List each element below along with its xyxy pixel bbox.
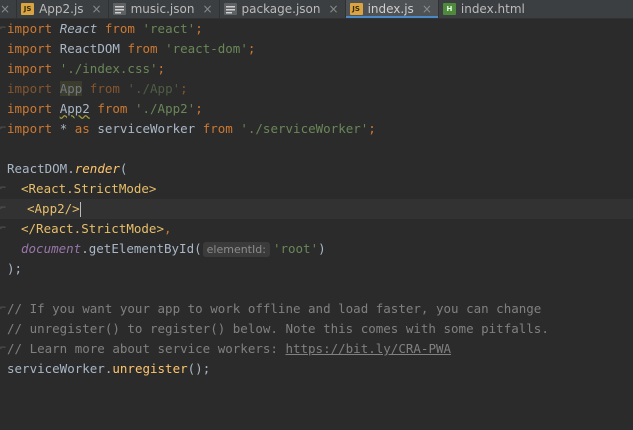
code-line-11: ⌐ </React.StrictMode>, <box>0 219 633 239</box>
js-file-icon: JS <box>349 3 363 15</box>
tab-index-html[interactable]: H index.html <box>439 0 531 18</box>
tab-app2-js[interactable]: JS App2.js × <box>17 0 109 18</box>
close-icon[interactable]: × <box>0 2 10 16</box>
tab-index-js[interactable]: JS index.js × <box>345 0 439 18</box>
html-file-icon: H <box>442 3 456 15</box>
tab-label: package.json <box>241 2 321 16</box>
js-file-icon: JS <box>21 3 35 15</box>
code-line-16: // unregister() to register() below. Not… <box>7 321 549 336</box>
code-line-1: ⌐ import React from 'react'; <box>0 19 633 39</box>
text-cursor <box>79 202 81 217</box>
code-line-8: ReactDOM.render( <box>7 161 128 176</box>
tab-label: music.json <box>130 2 195 16</box>
fold-marker-icon: ⌐ <box>0 183 7 194</box>
code-line-6: ⌐ import * as serviceWorker from './serv… <box>0 119 633 139</box>
fold-marker-icon: ⌐ <box>0 123 7 134</box>
code-line-10-current: ⌐ <App2/> <box>0 199 633 219</box>
tab-label: App2.js <box>39 2 84 16</box>
json-file-icon <box>112 3 126 15</box>
parameter-hint: elementId: <box>202 242 270 257</box>
fold-marker-icon: ⌐ <box>0 203 7 214</box>
comment-link[interactable]: https://bit.ly/CRA-PWA <box>285 341 451 356</box>
code-editor[interactable]: ⌐ import React from 'react'; import Reac… <box>0 19 633 430</box>
close-icon[interactable]: × <box>92 2 102 16</box>
close-icon[interactable]: × <box>329 2 339 16</box>
fold-marker-icon: ⌐ <box>0 343 7 354</box>
code-line-9: ⌐ <React.StrictMode> <box>0 179 633 199</box>
code-line-4: import App from './App'; <box>7 81 188 96</box>
code-line-5: import App2 from './App2'; <box>7 101 203 116</box>
tab-label: index.js <box>367 2 414 16</box>
tab-label: index.html <box>460 2 525 16</box>
code-line-17: ⌐ // Learn more about service workers: h… <box>0 339 633 359</box>
code-line-12: document.getElementById(elementId:'root'… <box>21 241 326 257</box>
tab-music-json[interactable]: music.json × <box>109 0 220 18</box>
tab-partial[interactable]: × <box>0 0 18 18</box>
close-icon[interactable]: × <box>422 2 432 16</box>
code-line-18: serviceWorker.unregister(); <box>7 361 211 376</box>
json-file-icon <box>223 3 237 15</box>
code-line-3: import './index.css'; <box>7 61 166 76</box>
fold-marker-icon: ⌐ <box>0 23 7 34</box>
fold-marker-icon: ⌐ <box>0 303 7 314</box>
tab-package-json[interactable]: package.json × <box>220 0 346 18</box>
code-line-15: ⌐ // If you want your app to work offlin… <box>0 299 633 319</box>
code-line-2: import ReactDOM from 'react-dom'; <box>7 41 256 56</box>
code-line-13: ); <box>7 261 23 276</box>
fold-marker-icon: ⌐ <box>0 223 7 234</box>
close-icon[interactable]: × <box>202 2 212 16</box>
editor-tab-bar: × JS App2.js × music.json × package.json… <box>0 0 633 19</box>
